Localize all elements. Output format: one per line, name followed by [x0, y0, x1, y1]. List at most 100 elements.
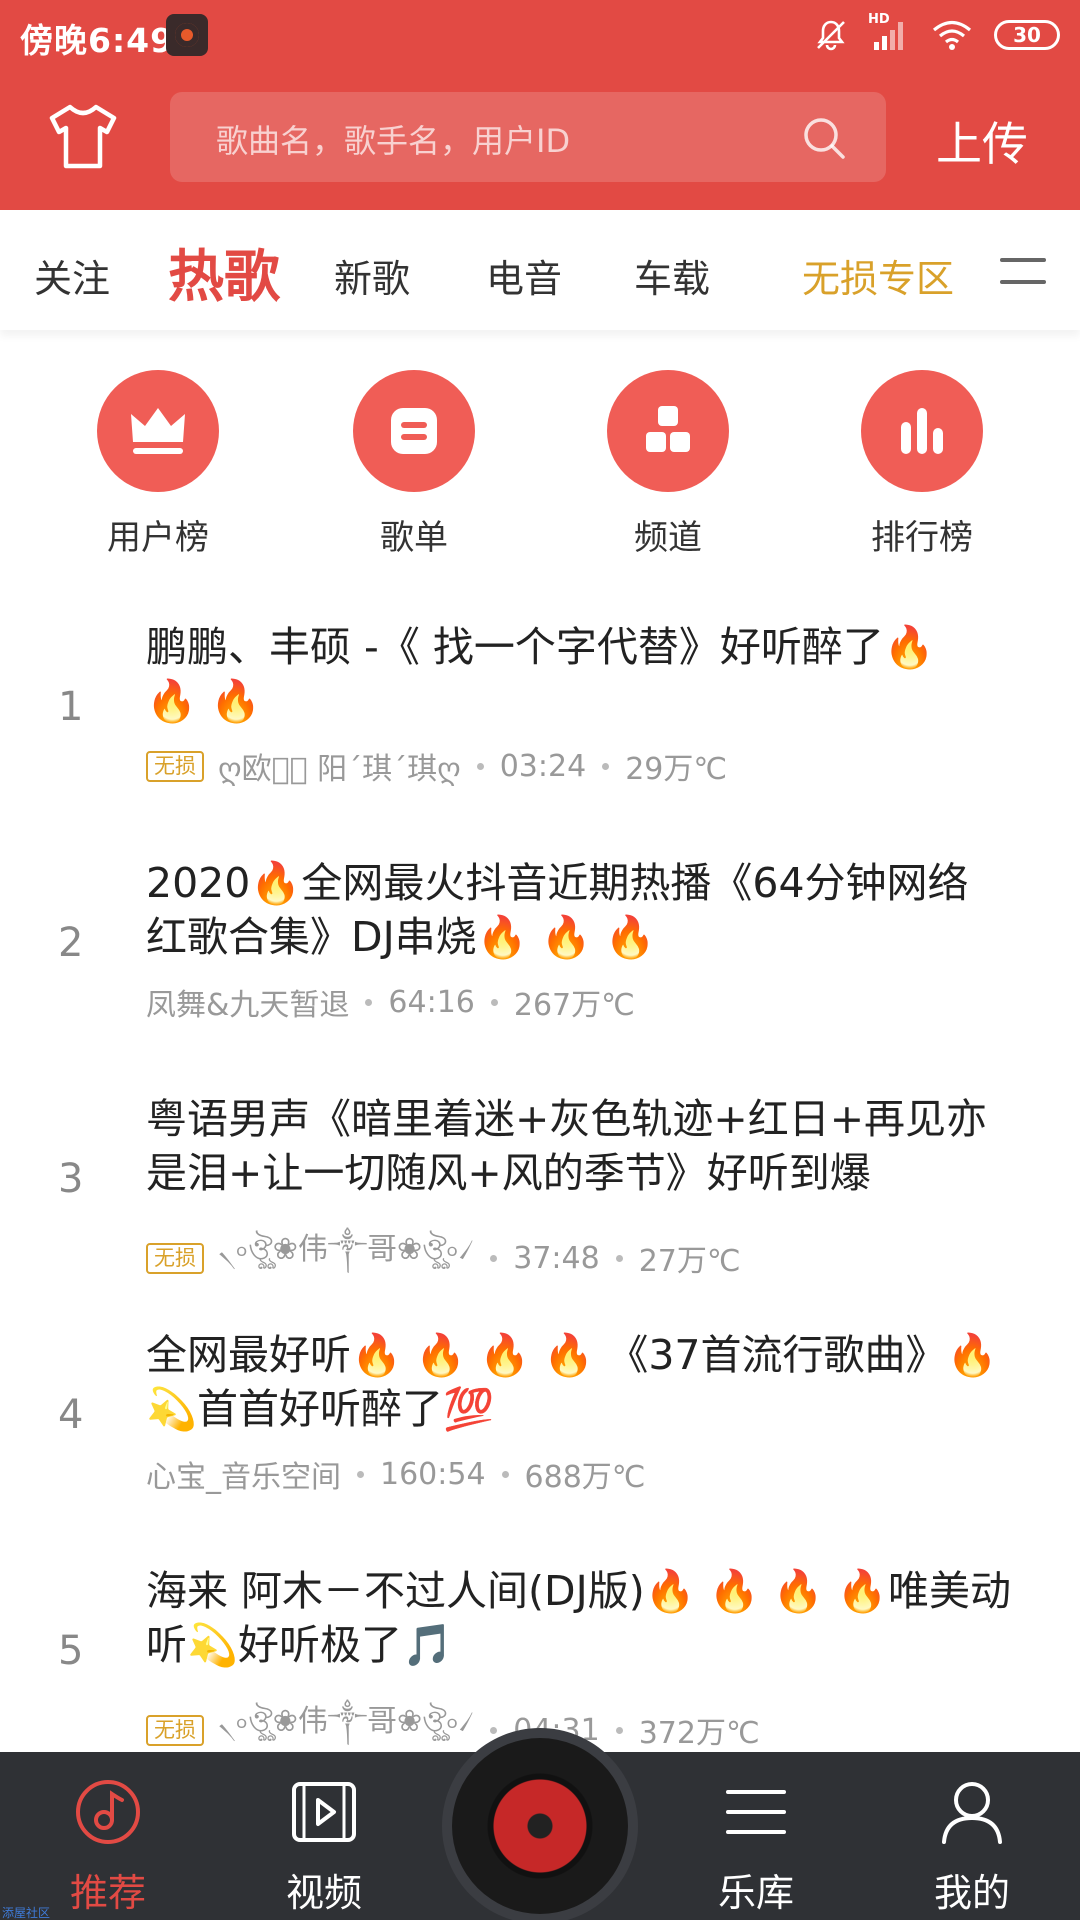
crown-icon: [97, 370, 219, 492]
shortcut-label: 用户榜: [107, 518, 209, 558]
song-title-line: 2020🔥全网最火抖音近期热播《64分钟网络: [146, 859, 969, 907]
song-title-line: 红歌合集》DJ串烧🔥 🔥 🔥: [146, 913, 656, 961]
separator-dot: [357, 1470, 364, 1478]
song-title-line: 💫首首好听醉了💯: [146, 1385, 495, 1433]
song-title-line: 海来 阿木－不过人间(DJ版)🔥 🔥 🔥 🔥唯美动: [146, 1567, 1011, 1615]
shortcut-label: 频道: [634, 518, 702, 558]
song-rank: 1: [58, 684, 84, 730]
song-uploader: ৲৹ঔৣ❀伟༒哥❀ঔৣ৹৴: [218, 1232, 475, 1267]
battery-icon: 30: [994, 20, 1060, 50]
separator-dot: [615, 1254, 623, 1262]
category-tabs: 关注 热歌 新歌 电音 车载 无损专区: [0, 210, 1080, 330]
nav-label: 乐库: [717, 1871, 794, 1915]
music-note-icon: [76, 1780, 140, 1844]
song-heat: 372万℃: [638, 1716, 760, 1751]
music-app-notification-icon: [166, 14, 208, 56]
video-icon: [292, 1782, 356, 1842]
status-time: 傍晚6:49: [20, 21, 175, 60]
song-rank: 2: [58, 920, 84, 966]
nav-label: 视频: [285, 1871, 362, 1915]
cell-signal-icon: HD: [868, 12, 910, 52]
nav-library[interactable]: 乐库: [676, 1752, 836, 1920]
wifi-icon: [932, 20, 972, 50]
tab-hot-songs[interactable]: 热歌: [168, 232, 280, 313]
nav-mine[interactable]: 我的: [892, 1752, 1052, 1920]
song-title: 海来 阿木－不过人间(DJ版)🔥 🔥 🔥 🔥唯美动 听💫好听极了🎵: [146, 1564, 1056, 1672]
song-title: 全网最好听🔥 🔥 🔥 🔥 《37首流行歌曲》🔥 💫首首好听醉了💯: [146, 1328, 1056, 1436]
tab-menu-icon[interactable]: [1000, 254, 1046, 288]
nav-recommend[interactable]: 推荐: [28, 1752, 188, 1920]
song-duration: 37:48: [513, 1240, 600, 1276]
lossless-badge: 无损: [146, 1714, 204, 1746]
song-uploader: 心宝_音乐空间: [146, 1460, 341, 1495]
watermark-text: 添屋社区: [2, 1906, 51, 1920]
library-icon: [726, 1790, 786, 1834]
tab-lossless-zone[interactable]: 无损专区: [802, 248, 954, 303]
song-title-line: 🔥 🔥: [146, 677, 262, 725]
lossless-badge: 无损: [146, 750, 204, 782]
song-title-line: 全网最好听🔥 🔥 🔥 🔥 《37首流行歌曲》🔥: [146, 1331, 998, 1379]
vinyl-disc-icon: [452, 1738, 628, 1914]
song-meta: 凤舞&九天暂退 64:16 267万℃: [146, 980, 635, 1024]
song-rank: 4: [58, 1392, 84, 1438]
separator-dot: [602, 762, 610, 770]
shortcut-row: 用户榜 歌单 频道 排行榜: [0, 370, 1080, 570]
song-heat: 29万℃: [625, 752, 728, 787]
song-heat: 27万℃: [638, 1244, 741, 1279]
song-title-line: 是泪+让一切随风+风的季节》好听到爆: [146, 1149, 871, 1197]
tshirt-skin-icon[interactable]: [46, 102, 120, 172]
song-heat: 267万℃: [513, 988, 635, 1023]
header-row: 歌曲名，歌手名，用户ID 上传: [0, 90, 1080, 184]
shortcut-channel[interactable]: 频道: [588, 370, 748, 559]
shortcut-label: 排行榜: [871, 518, 973, 558]
separator-dot: [365, 998, 373, 1006]
nav-video[interactable]: 视频: [244, 1752, 404, 1920]
search-placeholder: 歌曲名，歌手名，用户ID: [216, 122, 571, 160]
shortcut-user-chart[interactable]: 用户榜: [78, 370, 238, 559]
separator-dot: [490, 1254, 498, 1262]
tab-car[interactable]: 车载: [634, 248, 710, 303]
song-duration: 160:54: [380, 1456, 486, 1492]
search-icon[interactable]: [802, 116, 846, 160]
mute-bell-icon: [817, 20, 845, 51]
now-playing-disc[interactable]: [442, 1728, 638, 1920]
song-rank: 3: [58, 1156, 84, 1202]
shortcut-ranking[interactable]: 排行榜: [842, 370, 1002, 559]
song-uploader: ღ欧ஐ⃝ 阳ˊ琪ˊ琪ღ: [218, 752, 461, 787]
song-duration: 03:24: [499, 748, 587, 784]
search-bar[interactable]: 歌曲名，歌手名，用户ID: [170, 92, 886, 182]
shortcut-label: 歌单: [380, 518, 448, 558]
blocks-icon: [607, 370, 729, 492]
profile-icon: [942, 1782, 1002, 1844]
tab-follow[interactable]: 关注: [34, 248, 110, 303]
song-title-line: 粤语男声《暗里着迷+灰色轨迹+红日+再见亦: [146, 1095, 988, 1143]
song-meta: 无损 ৲৹ঔৣ❀伟༒哥❀ঔৣ৹৴ 37:48 27万℃: [146, 1216, 741, 1300]
song-title: 2020🔥全网最火抖音近期热播《64分钟网络 红歌合集》DJ串烧🔥 🔥 🔥: [146, 856, 1056, 964]
status-bar: 傍晚6:49 HD 30: [0, 0, 1080, 70]
song-title: 鹏鹏、丰硕 -《 找一个字代替》好听醉了🔥 🔥 🔥: [146, 620, 1056, 728]
top-header: 傍晚6:49 HD 30 歌曲名，歌手名，用户ID 上传: [0, 0, 1080, 210]
separator-dot: [490, 998, 498, 1006]
separator-dot: [490, 1726, 498, 1734]
lossless-badge: 无损: [146, 1242, 204, 1274]
song-rank: 5: [58, 1628, 84, 1674]
separator-dot: [501, 1470, 509, 1478]
playlist-icon: [353, 370, 475, 492]
upload-button[interactable]: 上传: [936, 108, 1028, 174]
nav-label: 我的: [933, 1871, 1010, 1915]
song-title-line: 鹏鹏、丰硕 -《 找一个字代替》好听醉了🔥: [146, 623, 935, 671]
song-title: 粤语男声《暗里着迷+灰色轨迹+红日+再见亦 是泪+让一切随风+风的季节》好听到爆: [146, 1092, 1056, 1200]
tab-new-songs[interactable]: 新歌: [334, 248, 410, 303]
shortcut-playlist[interactable]: 歌单: [334, 370, 494, 559]
separator-dot: [615, 1726, 623, 1734]
song-uploader: 凤舞&九天暂退: [146, 988, 350, 1023]
song-duration: 64:16: [388, 984, 475, 1020]
network-type-label: HD: [868, 12, 890, 27]
status-icons: HD 30: [814, 12, 1060, 56]
nav-label: 推荐: [69, 1871, 146, 1915]
bars-icon: [861, 370, 983, 492]
song-heat: 688万℃: [524, 1460, 646, 1495]
song-meta: 无损 ღ欧ஐ⃝ 阳ˊ琪ˊ琪ღ 03:24 29万℃: [146, 744, 727, 788]
tab-electronic[interactable]: 电音: [486, 248, 562, 303]
song-title-line: 听💫好听极了🎵: [146, 1621, 454, 1669]
